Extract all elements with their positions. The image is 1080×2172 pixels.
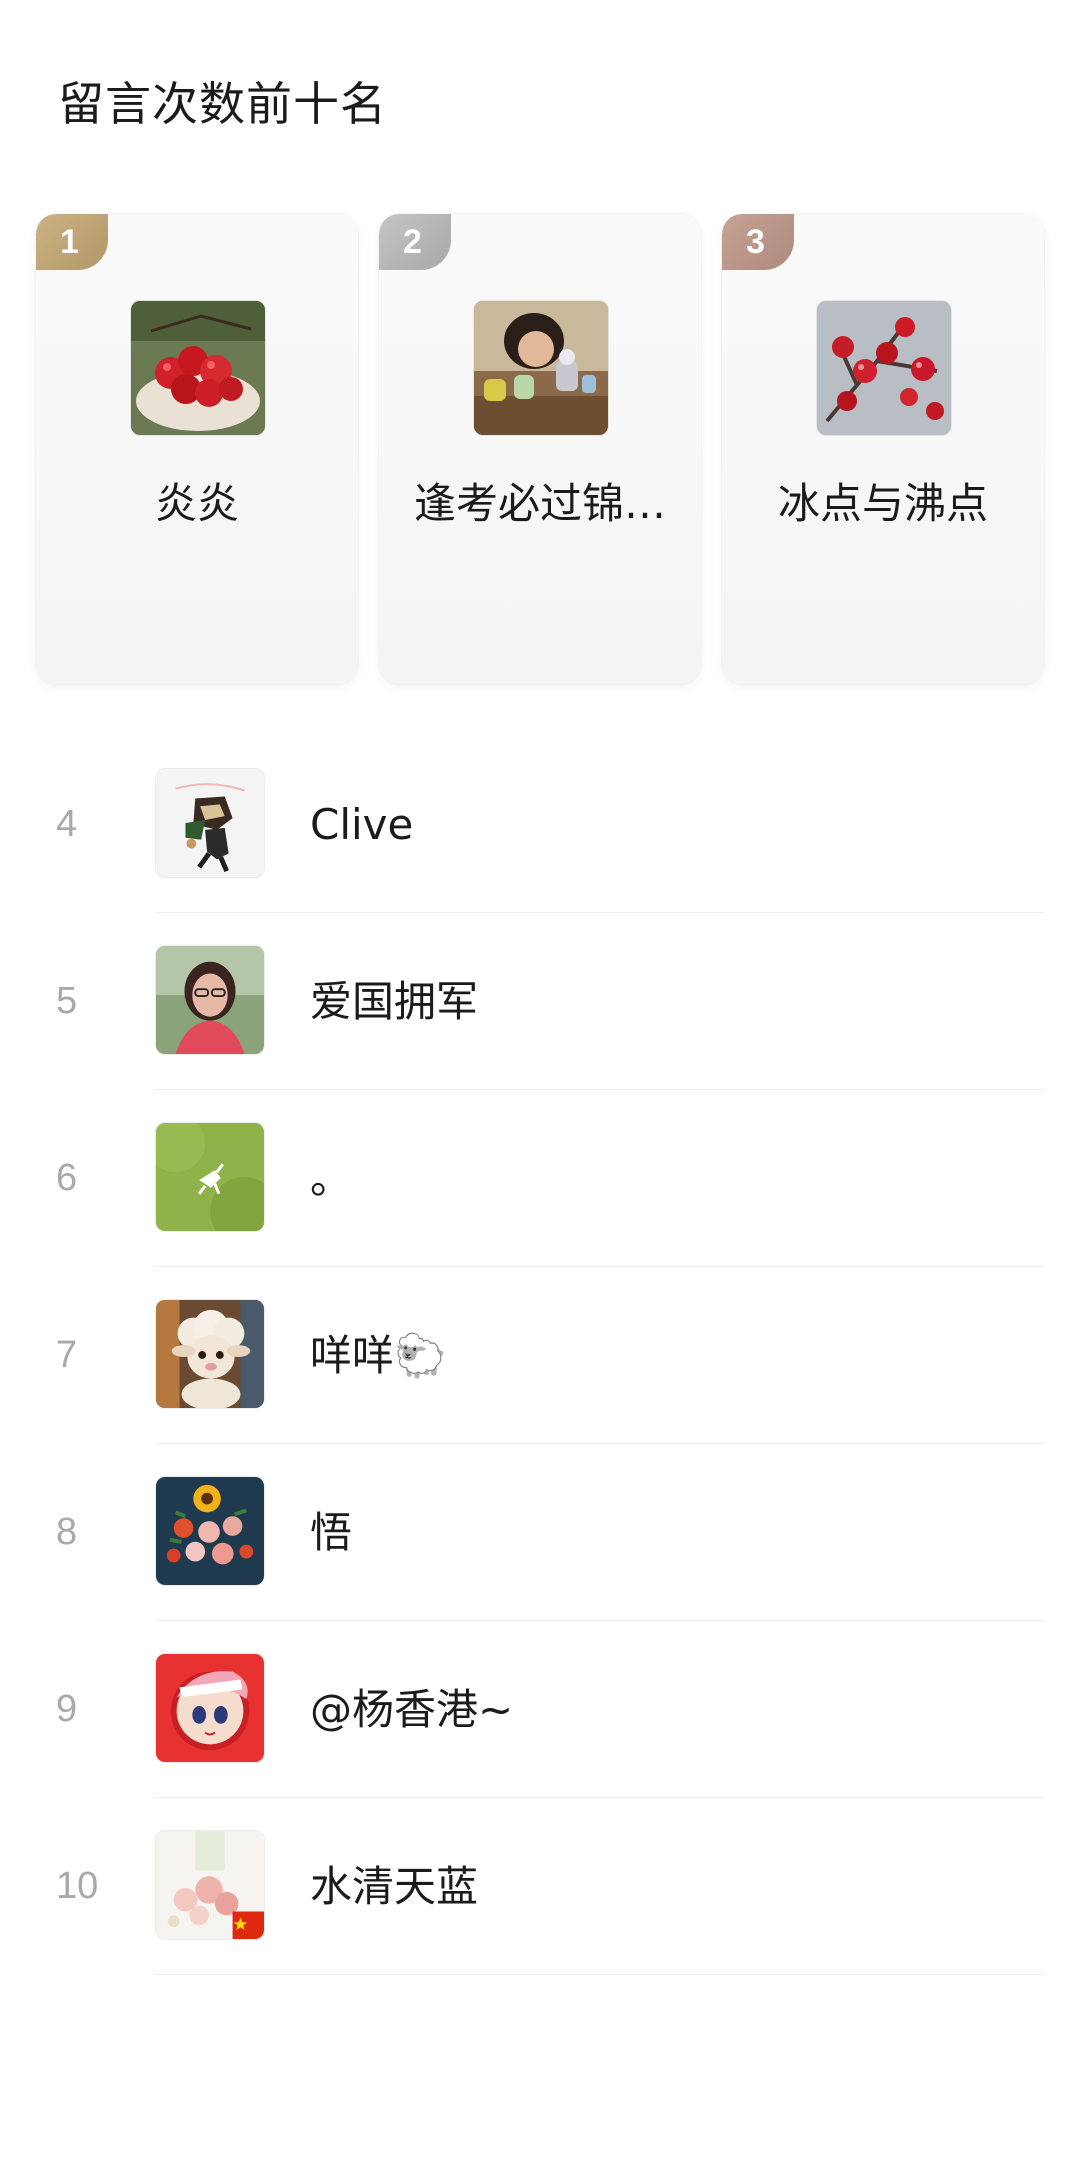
- green-field-icon: [156, 1123, 264, 1231]
- podium-card-2[interactable]: 2 逢考必过锦…: [379, 214, 701, 684]
- rank-number: 6: [56, 1157, 78, 1199]
- card-name: 逢考必过锦…: [413, 479, 666, 528]
- cherries-photo-icon: [131, 301, 265, 435]
- rank-badge-gold: 1: [36, 214, 108, 270]
- sheep-icon: [156, 1300, 264, 1408]
- list-item[interactable]: 9 @杨香港~: [0, 1621, 1080, 1798]
- rank-number: 4: [56, 803, 78, 845]
- avatar[interactable]: [473, 300, 609, 436]
- rank-number: 7: [56, 1334, 78, 1376]
- rank-number: 8: [56, 1511, 78, 1553]
- avatar[interactable]: [130, 300, 266, 436]
- user-name: Clive: [310, 800, 414, 849]
- rank-badge-bronze: 3: [722, 214, 794, 270]
- avatar[interactable]: [816, 300, 952, 436]
- list-item[interactable]: 8 悟: [0, 1444, 1080, 1621]
- rank-number: 10: [56, 1865, 99, 1907]
- podium-card-3[interactable]: 3 冰点与沸点: [722, 214, 1044, 684]
- user-name: 。: [310, 1154, 353, 1203]
- avatar[interactable]: [155, 1476, 265, 1586]
- avatar[interactable]: [155, 945, 265, 1055]
- rank-number: 9: [56, 1688, 78, 1730]
- child-with-toys-photo-icon: [474, 301, 608, 435]
- ranking-list: 4 Clive 5 爱国拥军 6 。 7 咩咩🐑 8 悟 9 @杨香港~ 10 …: [0, 736, 1080, 1975]
- user-name: @杨香港~: [310, 1685, 514, 1734]
- list-item[interactable]: 5 爱国拥军: [0, 913, 1080, 1090]
- user-name: 悟: [310, 1508, 353, 1557]
- cartoon-figure-icon: [156, 769, 264, 877]
- avatar[interactable]: [155, 1122, 265, 1232]
- list-item[interactable]: 7 咩咩🐑: [0, 1267, 1080, 1444]
- rank-number: 5: [56, 980, 78, 1022]
- rank-badge-silver: 2: [379, 214, 451, 270]
- avatar[interactable]: [155, 1830, 265, 1940]
- card-name: 冰点与沸点: [777, 479, 988, 528]
- podium-card-1[interactable]: 1 炎炎: [36, 214, 358, 684]
- list-item[interactable]: 4 Clive: [0, 736, 1080, 913]
- divider: [155, 1974, 1044, 1975]
- red-berries-photo-icon: [817, 301, 951, 435]
- woman-portrait-icon: [156, 946, 264, 1054]
- user-name: 爱国拥军: [310, 977, 479, 1026]
- list-item[interactable]: 10 水清天蓝: [0, 1798, 1080, 1975]
- top-three-podium: 1 炎炎 2 逢考必过锦… 3 冰点与沸点: [36, 214, 1044, 684]
- pink-flowers-flag-icon: [156, 1831, 264, 1939]
- avatar[interactable]: [155, 1299, 265, 1409]
- card-name: 炎炎: [154, 479, 239, 528]
- user-name: 咩咩🐑: [310, 1331, 447, 1380]
- user-name: 水清天蓝: [310, 1862, 479, 1911]
- avatar[interactable]: [155, 1653, 265, 1763]
- anime-character-icon: [156, 1654, 264, 1762]
- sunflower-bouquet-icon: [156, 1477, 264, 1585]
- list-item[interactable]: 6 。: [0, 1090, 1080, 1267]
- page-title: 留言次数前十名: [58, 77, 387, 131]
- avatar[interactable]: [155, 768, 265, 878]
